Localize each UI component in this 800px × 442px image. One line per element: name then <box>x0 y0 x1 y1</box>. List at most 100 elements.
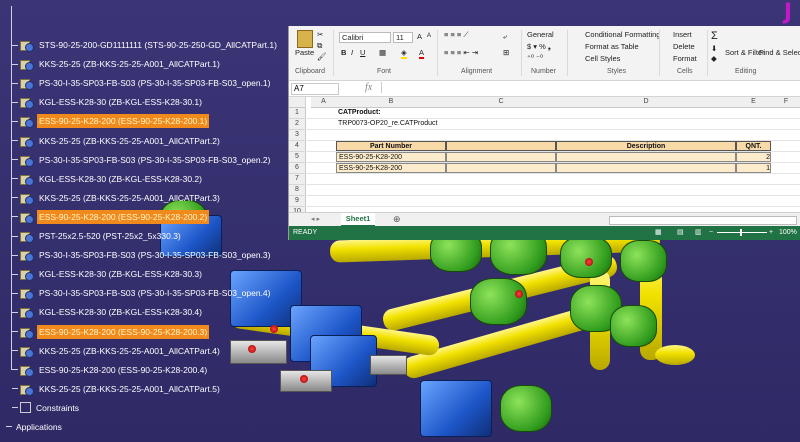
part-icon[interactable] <box>20 192 34 205</box>
tree-node[interactable]: KKS-25-25 (ZB-KKS-25-25-A001_AllCATPart.… <box>12 344 222 358</box>
tree-node-label[interactable]: PS-30-I-35-SP03-FB-S03 (PS-30-I-35-SP03-… <box>37 76 273 90</box>
zoom-slider[interactable] <box>717 232 767 233</box>
row-header[interactable]: 9 <box>289 196 306 207</box>
tree-node-label[interactable]: KKS-25-25 (ZB-KKS-25-25-A001_AllCATPart.… <box>37 57 222 71</box>
tree-node-label[interactable]: KKS-25-25 (ZB-KKS-25-25-A001_AllCATPart.… <box>37 134 222 148</box>
base-plate-3[interactable] <box>370 355 407 375</box>
tree-node[interactable]: ESS-90-25-K28-200 (ESS-90-25-K28-200.1) <box>12 114 210 129</box>
clamp-blue-4[interactable] <box>420 380 492 437</box>
tree-node-label[interactable]: KGL-ESS-K28-30 (ZB-KGL-ESS-K28-30.2) <box>37 172 204 186</box>
autosum-icon[interactable]: Σ <box>711 30 718 42</box>
clamp-green-3[interactable] <box>560 236 612 278</box>
cell-qnt[interactable]: 1 <box>736 163 771 173</box>
column-header[interactable]: E <box>736 97 772 108</box>
italic-button[interactable]: I <box>351 48 353 57</box>
tree-node[interactable]: PS-30-I-35-SP03-FB-S03 (PS-30-I-35-SP03-… <box>12 248 273 263</box>
delete-button[interactable]: Delete <box>673 42 695 51</box>
tree-node[interactable]: KKS-25-25 (ZB-KKS-25-25-A001_AllCATPart.… <box>12 191 222 205</box>
column-header[interactable]: D <box>556 97 737 108</box>
cell-description[interactable] <box>556 152 736 162</box>
add-sheet-icon[interactable]: ⊕ <box>393 214 401 225</box>
tree-node-label[interactable]: PS-30-I-35-SP03-FB-S03 (PS-30-I-35-SP03-… <box>37 153 273 167</box>
catia-3d-viewport[interactable]: STS-90-25-200-GD1111111 (STS-90-25-250-G… <box>0 0 800 442</box>
tree-node-label[interactable]: KKS-25-25 (ZB-KKS-25-25-A001_AllCATPart.… <box>37 382 222 396</box>
tree-node[interactable]: KGL-ESS-K28-30 (ZB-KGL-ESS-K28-30.4) <box>12 305 204 320</box>
part-icon[interactable] <box>20 383 34 396</box>
row-header[interactable]: 6 <box>289 163 306 174</box>
cell-column-c[interactable] <box>446 163 556 173</box>
tree-node-applications[interactable]: Applications <box>6 420 64 434</box>
part-icon[interactable] <box>20 96 34 110</box>
tree-node[interactable]: PS-30-I-35-SP03-FB-S03 (PS-30-I-35-SP03-… <box>12 76 273 91</box>
cell-part-number[interactable]: ESS-90-25-K28-200 <box>336 163 446 173</box>
cell-b1[interactable]: CATProduct: <box>336 108 381 118</box>
cell-b2[interactable]: TRP0073-OP20_re.CATProduct <box>336 119 437 129</box>
conditional-formatting-button[interactable]: Conditional Formatting <box>585 30 660 39</box>
tree-node[interactable]: KGL-ESS-K28-30 (ZB-KGL-ESS-K28-30.2) <box>12 172 204 186</box>
format-as-table-button[interactable]: Format as Table <box>585 42 639 51</box>
sheet-nav-icons[interactable]: ◂ ▸ <box>311 215 320 223</box>
page-layout-icon[interactable]: ▤ <box>677 226 684 240</box>
zoom-thumb[interactable] <box>740 229 742 236</box>
part-icon[interactable] <box>20 364 34 377</box>
constraints-label[interactable]: Constraints <box>34 401 81 415</box>
tree-node[interactable]: KKS-25-25 (ZB-KKS-25-25-A001_AllCATPart.… <box>12 57 222 72</box>
fx-icon[interactable]: fx <box>365 82 372 93</box>
cut-icon[interactable]: ✂ <box>317 30 323 39</box>
row-header[interactable]: 7 <box>289 174 306 185</box>
merge-center-icon[interactable]: ⊞ <box>503 48 509 57</box>
header-description[interactable]: Description <box>556 141 736 151</box>
part-icon[interactable] <box>20 287 34 301</box>
select-all-corner[interactable] <box>289 97 306 108</box>
clamp-green-5[interactable] <box>470 278 527 325</box>
part-icon[interactable] <box>20 230 34 243</box>
part-icon[interactable] <box>20 154 34 167</box>
tree-node-label[interactable]: KGL-ESS-K28-30 (ZB-KGL-ESS-K28-30.1) <box>37 95 204 109</box>
part-icon[interactable] <box>20 249 34 263</box>
part-icon[interactable] <box>20 268 34 282</box>
row-header[interactable]: 3 <box>289 130 306 141</box>
part-icon[interactable] <box>20 173 34 186</box>
tree-node-label[interactable]: KKS-25-25 (ZB-KKS-25-25-A001_AllCATPart.… <box>37 191 222 205</box>
borders-icon[interactable]: ▦ <box>379 48 386 57</box>
tree-node-label[interactable]: PST-25x2.5-520 (PST-25x2_5x330.3) <box>37 229 183 243</box>
tree-node[interactable]: PS-30-I-35-SP03-FB-S03 (PS-30-I-35-SP03-… <box>12 286 273 301</box>
cell-part-number[interactable]: ESS-90-25-K28-200 <box>336 152 446 162</box>
specification-tree[interactable]: STS-90-25-200-GD1111111 (STS-90-25-250-G… <box>0 0 300 442</box>
insert-button[interactable]: Insert <box>673 30 692 39</box>
page-break-icon[interactable]: ▥ <box>695 226 702 240</box>
tree-node-label[interactable]: ESS-90-25-K28-200 (ESS-90-25-K28-200.2) <box>37 209 210 224</box>
header-part-number[interactable]: Part Number <box>336 141 446 151</box>
find-select-button[interactable]: Find & Select <box>759 48 800 57</box>
format-button[interactable]: Format <box>673 54 697 63</box>
align-icons-row2[interactable]: ≡ ≡ ≡ ⇤ ⇥ <box>444 48 478 57</box>
row-header[interactable]: 2 <box>289 119 306 130</box>
cell-description[interactable] <box>556 163 736 173</box>
row-header[interactable]: 8 <box>289 185 306 196</box>
column-header[interactable]: B <box>336 97 447 108</box>
clamp-green-4[interactable] <box>620 240 667 282</box>
tree-node-label[interactable]: ESS-90-25-K28-200 (ESS-90-25-K28-200.3) <box>37 324 210 339</box>
format-painter-icon[interactable]: 🖌 <box>317 52 327 61</box>
zoom-in-icon[interactable]: + <box>769 226 773 240</box>
column-header[interactable]: F <box>771 97 800 108</box>
row-header[interactable]: 5 <box>289 152 306 163</box>
tree-node[interactable]: PS-30-I-35-SP03-FB-S03 (PS-30-I-35-SP03-… <box>12 153 273 167</box>
zoom-out-icon[interactable]: − <box>709 226 713 240</box>
decimal-icons[interactable]: ⁺⁰ ⁻⁰ <box>527 53 543 62</box>
shrink-font-icon[interactable]: A <box>427 33 431 39</box>
tree-node[interactable]: STS-90-25-200-GD1111111 (STS-90-25-250-G… <box>12 38 279 52</box>
tree-node-label[interactable]: ESS-90-25-K28-200 (ESS-90-25-K28-200.1) <box>37 114 210 129</box>
tree-node-label[interactable]: PS-30-I-35-SP03-FB-S03 (PS-30-I-35-SP03-… <box>37 286 273 300</box>
sheet-tab-sheet1[interactable]: Sheet1 <box>341 213 375 227</box>
formula-input[interactable] <box>381 82 794 93</box>
tree-node-label[interactable]: PS-30-I-35-SP03-FB-S03 (PS-30-I-35-SP03-… <box>37 248 273 262</box>
grow-font-icon[interactable]: A <box>417 32 422 41</box>
pipe-right-stub[interactable] <box>655 345 695 365</box>
number-format-select[interactable]: General <box>527 30 554 39</box>
part-icon[interactable] <box>20 77 34 91</box>
part-icon[interactable] <box>20 135 34 148</box>
horizontal-scrollbar[interactable] <box>609 216 797 225</box>
tree-node[interactable]: ESS-90-25-K28-200 (ESS-90-25-K28-200.3) <box>12 324 210 339</box>
header-c[interactable] <box>446 141 556 151</box>
